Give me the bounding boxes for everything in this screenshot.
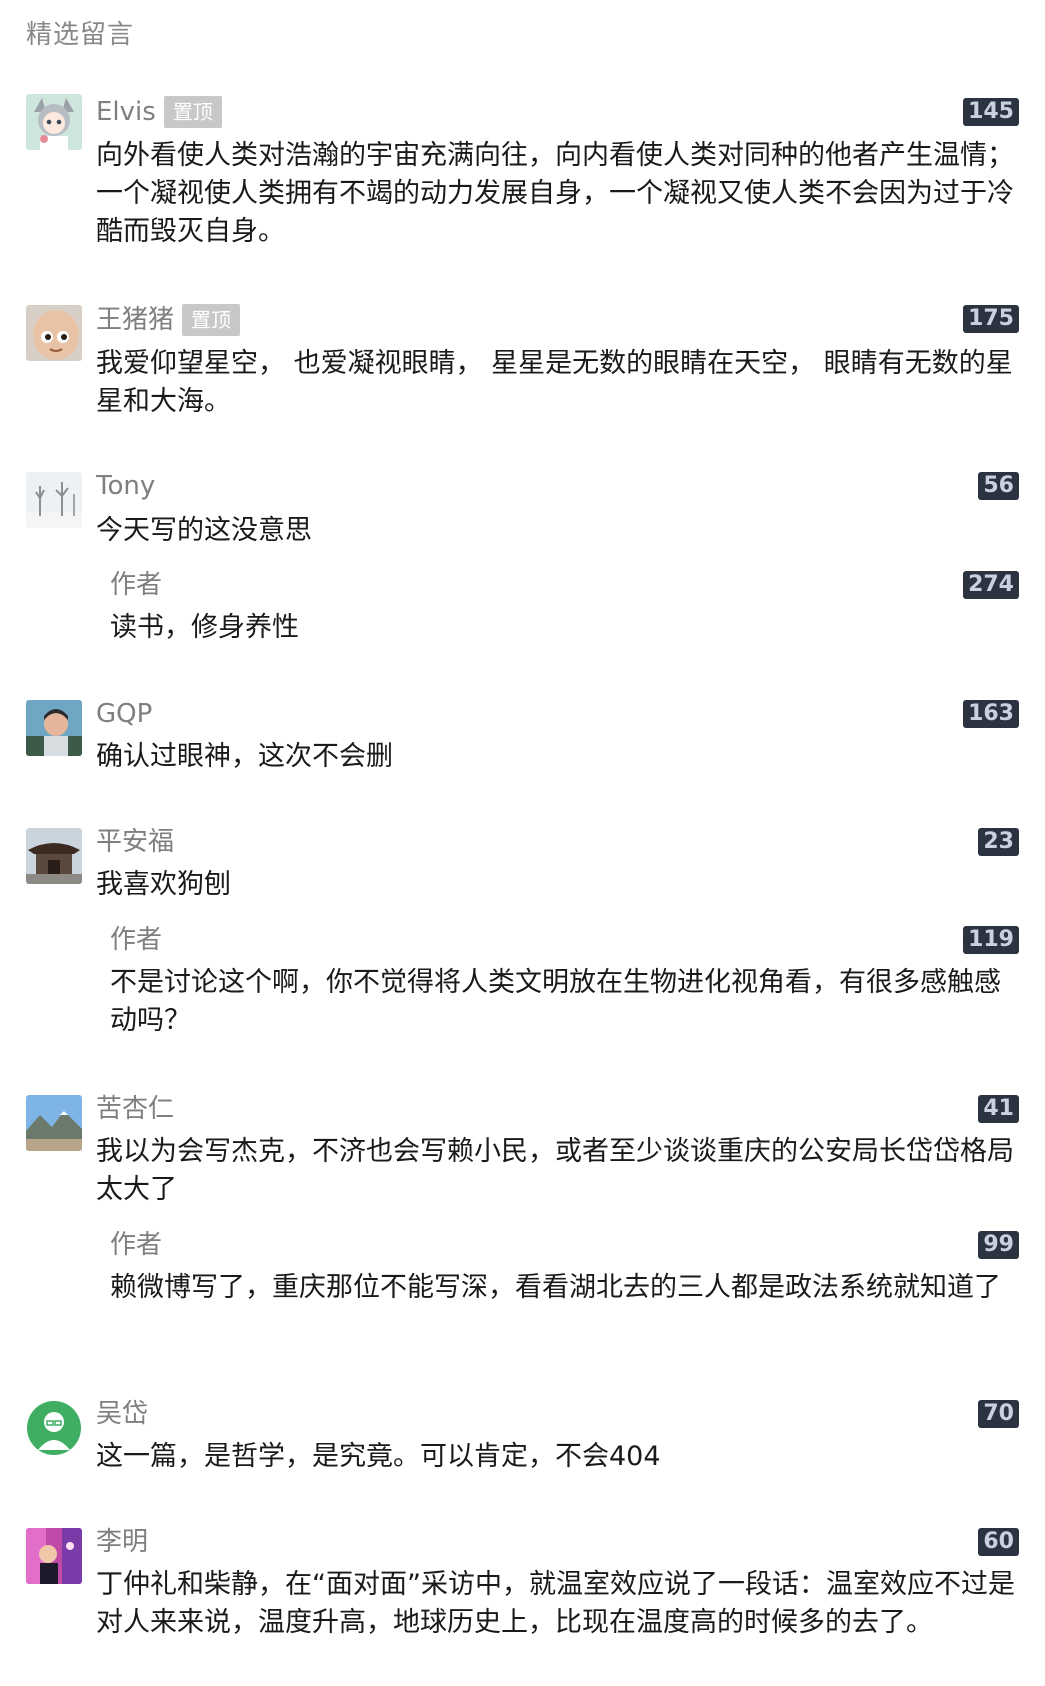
like-count[interactable]: 70 [978, 1400, 1019, 1428]
comment-text: 这一篇，是哲学，是究竟。可以肯定，不会404 [96, 1441, 661, 1472]
snowy-trees-avatar[interactable] [26, 472, 82, 528]
reply-like-count[interactable]: 119 [963, 926, 1019, 954]
comment-text: 我爱仰望星空， 也爱凝视眼睛， 星星是无数的眼睛在天空， 眼睛有无数的星星和大海… [96, 348, 1013, 417]
author-name[interactable]: Elvis [96, 97, 156, 127]
reply-text: 读书，修身养性 [110, 612, 299, 643]
comment-text: 今天写的这没意思 [96, 515, 312, 546]
comment-text: 丁仲礼和柴静，在“面对面”采访中，就温室效应说了一段话：温室效应不过是对人来来说… [96, 1569, 1015, 1638]
reply-author: 作者 [110, 1230, 163, 1260]
comment-author[interactable]: Elvis 置顶 [96, 96, 222, 128]
comment-author[interactable]: 王猪猪 置顶 [96, 304, 241, 336]
like-count[interactable]: 23 [978, 828, 1019, 856]
author-name[interactable]: Tony [96, 471, 155, 501]
like-count[interactable]: 56 [978, 472, 1019, 500]
reply-author: 作者 [110, 925, 163, 955]
section-title: 精选留言 [26, 20, 135, 50]
comment-author[interactable]: Tony [96, 470, 155, 502]
comment-author[interactable]: 李明 [96, 1526, 148, 1558]
reply-author: 作者 [110, 570, 163, 600]
temple-roof-avatar[interactable] [26, 828, 82, 884]
reply-text: 不是讨论这个啊，你不觉得将人类文明放在生物进化视角看，有很多感触感动吗？ [110, 967, 1001, 1036]
pinned-badge: 置顶 [163, 96, 222, 128]
author-name[interactable]: GQP [96, 699, 152, 729]
comment-author[interactable]: 苦杏仁 [96, 1093, 174, 1125]
like-count[interactable]: 41 [978, 1095, 1019, 1123]
colorful-photo-avatar[interactable] [26, 1528, 82, 1584]
comment-text: 确认过眼神，这次不会删 [96, 741, 393, 772]
like-count[interactable]: 163 [963, 700, 1019, 728]
pinned-badge: 置顶 [182, 304, 241, 336]
comment-author[interactable]: 吴岱 [96, 1398, 148, 1430]
mountain-landscape-avatar[interactable] [26, 1095, 82, 1151]
man-portrait-avatar[interactable] [26, 700, 82, 756]
comment-text: 向外看使人类对浩瀚的宇宙充满向往，向内看使人类对同种的他者产生温情；一个凝视使人… [96, 140, 1014, 247]
comment-text: 我喜欢狗刨 [96, 869, 231, 900]
green-character-avatar[interactable] [26, 1400, 82, 1456]
author-name[interactable]: 吴岱 [96, 1399, 148, 1429]
cartoon-face-avatar[interactable] [26, 305, 82, 361]
author-name[interactable]: 苦杏仁 [96, 1094, 174, 1124]
author-name[interactable]: 李明 [96, 1527, 148, 1557]
like-count[interactable]: 145 [963, 98, 1019, 126]
like-count[interactable]: 175 [963, 305, 1019, 333]
author-name[interactable]: 平安福 [96, 827, 174, 857]
comment-text: 我以为会写杰克，不济也会写赖小民，或者至少谈谈重庆的公安局长岱岱格局太大了 [96, 1136, 1014, 1205]
anime-girl-avatar[interactable] [26, 94, 82, 150]
reply-text: 赖微博写了，重庆那位不能写深，看看湖北去的三人都是政法系统就知道了 [110, 1272, 1001, 1303]
author-name[interactable]: 王猪猪 [96, 305, 174, 335]
reply-like-count[interactable]: 274 [963, 571, 1019, 599]
like-count[interactable]: 60 [978, 1528, 1019, 1556]
comment-author[interactable]: GQP [96, 698, 152, 730]
comment-author[interactable]: 平安福 [96, 826, 174, 858]
reply-like-count[interactable]: 99 [978, 1231, 1019, 1259]
